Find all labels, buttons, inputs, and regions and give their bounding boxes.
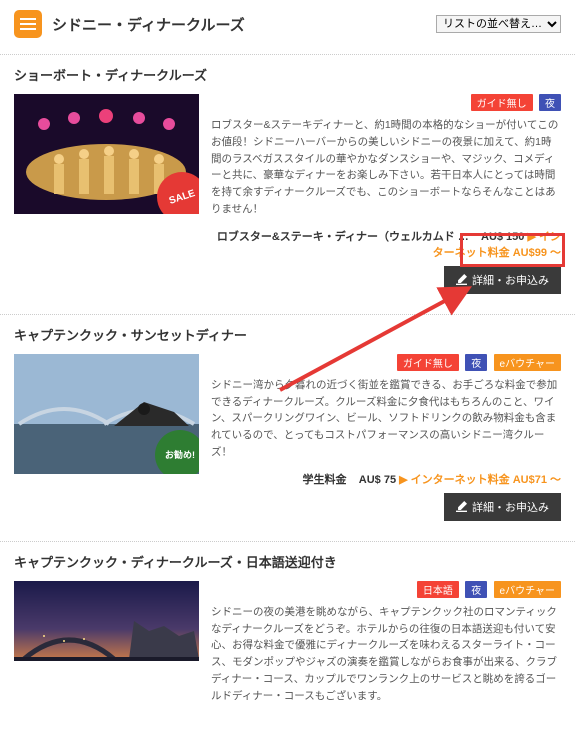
detail-apply-button[interactable]: 詳細・お申込み [444,266,561,294]
detail-apply-button[interactable]: 詳細・お申込み [444,493,561,521]
tour-title[interactable]: キャプテンクック・ディナークルーズ・日本語送迎付き [14,552,561,571]
detail-button-label: 詳細・お申込み [472,272,549,288]
page-title: シドニー・ディナークルーズ [52,14,245,35]
edit-icon [456,501,467,512]
tag-row: ガイド無し 夜 [211,94,561,111]
tour-item: キャプテンクック・サンセットディナー お勧め! ガイド無し 夜 eバウチャー シ… [0,325,575,535]
divider [0,314,575,315]
tour-thumbnail[interactable]: SALE [14,94,199,214]
tag-evoucher: eバウチャー [494,354,561,371]
detail-button-label: 詳細・お申込み [472,499,549,515]
tag-guide-none: ガイド無し [397,354,459,371]
tour-title[interactable]: キャプテンクック・サンセットディナー [14,325,561,344]
net-price-value: AU$71 ～ [513,474,561,486]
tour-item: ショーボート・ディナークルーズ SALE ガイド無し 夜 ロブスター&ステーキデ… [0,65,575,308]
net-price-arrow: ▶ [527,231,539,243]
price-label: ロブスター&ステーキ・ディナー（ウェルカムド … [217,231,469,243]
tag-night: 夜 [465,581,487,598]
tag-night: 夜 [465,354,487,371]
price-value: AU$ 150 [481,231,524,243]
price-label: 学生料金 [303,474,347,486]
net-price-value: AU$99 ～ [513,247,561,259]
page-title-wrap: シドニー・ディナークルーズ [14,10,245,38]
price-row: ロブスター&ステーキ・ディナー（ウェルカムド … AU$ 150 ▶ インターネ… [211,228,561,260]
divider [0,541,575,542]
tag-row: 日本語 夜 eバウチャー [211,581,561,598]
tour-title[interactable]: ショーボート・ディナークルーズ [14,65,561,84]
page-header: シドニー・ディナークルーズ リストの並べ替え… [0,0,575,48]
list-icon [14,10,42,38]
tag-row: ガイド無し 夜 eバウチャー [211,354,561,371]
tour-thumbnail[interactable] [14,581,199,661]
tour-description: シドニー湾から夕暮れの近づく街並を鑑賞できる、お手ごろな料金で参加できるディナー… [211,377,561,461]
tag-evoucher: eバウチャー [494,581,561,598]
tour-description: ロブスター&ステーキディナーと、約1時間の本格的なショーが付いてこのお値段！シド… [211,117,561,218]
tag-night: 夜 [539,94,561,111]
net-price-label: インターネット料金 [411,474,510,486]
tour-item: キャプテンクック・ディナークルーズ・日本語送迎付き 日本語 夜 eバウチャー シ… [0,552,575,729]
price-row: 学生料金 AU$ 75 ▶ インターネット料金 AU$71 ～ [211,471,561,487]
recommend-badge: お勧め! [155,430,199,474]
tag-guide-none: ガイド無し [471,94,533,111]
tour-description: シドニーの夜の美港を眺めながら、キャプテンクック社のロマンティックなディナークル… [211,604,561,705]
net-price-arrow: ▶ [399,474,411,486]
tag-japanese: 日本語 [417,581,459,598]
edit-icon [456,274,467,285]
price-value: AU$ 75 [359,474,396,486]
sort-select[interactable]: リストの並べ替え… [436,15,561,33]
tour-thumbnail[interactable]: お勧め! [14,354,199,474]
divider [0,54,575,55]
